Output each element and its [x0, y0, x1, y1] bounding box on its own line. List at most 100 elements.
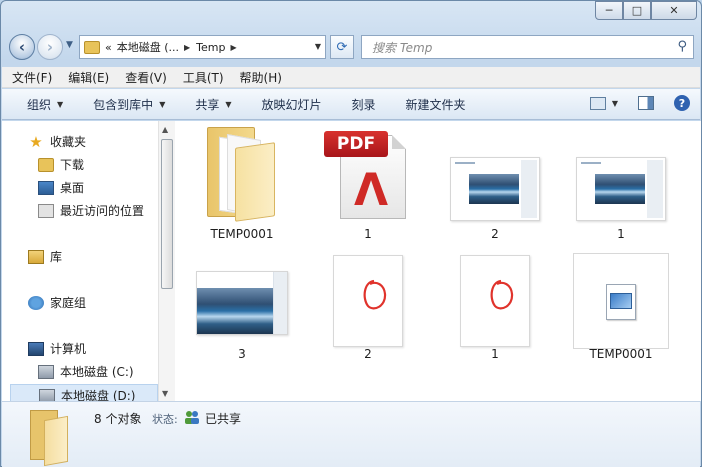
folder-icon — [207, 127, 277, 222]
nav-homegroup[interactable]: 家庭组 — [28, 294, 86, 311]
breadcrumb-temp[interactable]: Temp — [196, 41, 225, 54]
nav-computer[interactable]: 计算机 — [28, 340, 86, 357]
red-circle-icon — [363, 279, 387, 310]
file-name: TEMP0001 — [589, 347, 653, 361]
command-bar: 组织 ▼ 包含到库中 ▼ 共享 ▼ 放映幻灯片 刻录 新建文件夹 ▼ ? — [2, 89, 700, 120]
view-controls: ▼ ? — [589, 95, 690, 111]
pdf-icon: PDF ᐱ — [324, 131, 412, 221]
downloads-folder-icon — [38, 157, 54, 172]
nav-recent-places[interactable]: 最近访问的位置 — [38, 202, 144, 219]
address-overflow[interactable]: « — [105, 41, 112, 54]
file-name: 1 — [364, 227, 372, 241]
item-count: 8 个对象 — [94, 412, 142, 426]
file-name: 1 — [491, 347, 499, 361]
file-item-image[interactable]: 2 — [436, 121, 554, 241]
file-item-folder[interactable]: TEMP0001 — [183, 121, 301, 241]
file-item-image[interactable]: 3 — [183, 247, 301, 367]
nav-drive-c-label: 本地磁盘 (C:) — [60, 365, 134, 379]
nav-libraries-label: 库 — [50, 250, 63, 264]
navigation-pane: ★ 收藏夹 下载 桌面 最近访问的位置 库 家庭组 计算机 本地磁盘 (C:) … — [2, 121, 175, 401]
scroll-down-arrow-icon[interactable]: ▼ — [162, 389, 168, 398]
scroll-up-arrow-icon[interactable]: ▲ — [162, 125, 168, 134]
nav-desktop[interactable]: 桌面 — [38, 179, 84, 196]
recent-places-icon — [38, 203, 54, 218]
recent-pages-dropdown[interactable]: ▼ — [66, 40, 73, 50]
nav-desktop-label: 桌面 — [60, 181, 85, 195]
shared-users-icon — [185, 411, 199, 424]
file-item-pdf[interactable]: PDF ᐱ 1 — [309, 121, 427, 241]
search-input[interactable]: 搜索 Temp ⚲ — [361, 35, 694, 59]
chevron-down-icon: ▼ — [57, 99, 64, 109]
new-folder-button[interactable]: 新建文件夹 — [406, 96, 466, 113]
drive-icon — [38, 364, 54, 379]
nav-scrollbar[interactable]: ▲ ▼ — [158, 121, 175, 401]
tmp-file-thumbnail — [573, 253, 669, 349]
menu-bar: 文件(F) 编辑(E) 查看(V) 工具(T) 帮助(H) — [2, 67, 700, 88]
include-in-library-button[interactable]: 包含到库中 ▼ — [93, 96, 165, 113]
computer-icon — [28, 341, 44, 356]
drawing-thumbnail — [333, 255, 403, 347]
minimize-button[interactable]: ─ — [595, 1, 623, 20]
organize-label: 组织 — [27, 97, 52, 112]
maximize-button[interactable]: □ — [623, 1, 651, 20]
file-item-drawing[interactable]: 2 — [309, 247, 427, 367]
folder-icon — [84, 40, 100, 54]
new-folder-label: 新建文件夹 — [405, 97, 466, 112]
address-row: ‹ › ▼ « 本地磁盘 (... ▶ Temp ▶ ▼ ⟳ 搜索 Temp ⚲ — [9, 33, 694, 61]
back-button[interactable]: ‹ — [9, 34, 35, 60]
nav-downloads[interactable]: 下载 — [38, 156, 84, 173]
file-item-image[interactable]: 1 — [562, 121, 680, 241]
slideshow-button[interactable]: 放映幻灯片 — [262, 96, 322, 113]
share-label: 共享 — [195, 97, 220, 112]
nav-drive-d-label: 本地磁盘 (D:) — [61, 389, 136, 401]
search-icon[interactable]: ⚲ — [677, 39, 687, 54]
nav-drive-d[interactable]: 本地磁盘 (D:) — [10, 384, 158, 401]
share-button[interactable]: 共享 ▼ — [195, 96, 231, 113]
close-button[interactable]: ✕ — [651, 1, 697, 20]
preview-pane-icon[interactable] — [638, 96, 654, 110]
menu-view[interactable]: 查看(V) — [125, 69, 167, 86]
file-name: 2 — [491, 227, 499, 241]
image-thumbnail — [196, 271, 288, 335]
slideshow-label: 放映幻灯片 — [261, 97, 322, 112]
breadcrumb-arrow-icon[interactable]: ▶ — [184, 43, 190, 52]
address-history-dropdown[interactable]: ▼ — [315, 42, 321, 51]
change-view-icon[interactable] — [589, 96, 606, 110]
menu-help[interactable]: 帮助(H) — [240, 69, 282, 86]
nav-libraries[interactable]: 库 — [28, 248, 62, 265]
forward-button[interactable]: › — [37, 34, 63, 60]
scroll-thumb[interactable] — [161, 139, 173, 289]
help-icon[interactable]: ? — [674, 95, 690, 111]
menu-tools[interactable]: 工具(T) — [183, 69, 224, 86]
star-icon: ★ — [29, 132, 43, 151]
file-name: 1 — [617, 227, 625, 241]
nav-homegroup-label: 家庭组 — [50, 296, 87, 310]
menu-edit[interactable]: 编辑(E) — [68, 69, 109, 86]
share-state: 已共享 — [205, 412, 242, 426]
view-options-dropdown[interactable]: ▼ — [612, 99, 618, 108]
generic-file-icon — [606, 284, 636, 320]
file-name: TEMP0001 — [210, 227, 274, 241]
nav-favorites-label: 收藏夹 — [50, 135, 87, 149]
menu-file[interactable]: 文件(F) — [12, 69, 52, 86]
chevron-down-icon: ▼ — [159, 99, 166, 109]
file-list: TEMP0001 PDF ᐱ 1 2 1 3 2 1 TEMP0001 — [175, 121, 701, 401]
image-thumbnail — [576, 157, 666, 221]
organize-button[interactable]: 组织 ▼ — [27, 96, 63, 113]
file-item-tmp[interactable]: TEMP0001 — [562, 247, 680, 367]
image-thumbnail — [450, 157, 540, 221]
chevron-down-icon: ▼ — [225, 99, 232, 109]
breadcrumb-drive[interactable]: 本地磁盘 (... — [117, 39, 179, 55]
breadcrumb-arrow-icon[interactable]: ▶ — [231, 43, 237, 52]
explorer-window: ─ □ ✕ ‹ › ▼ « 本地磁盘 (... ▶ Temp ▶ ▼ ⟳ 搜索 … — [0, 0, 702, 467]
refresh-button[interactable]: ⟳ — [330, 35, 354, 59]
burn-button[interactable]: 刻录 — [352, 96, 376, 113]
file-name: 3 — [238, 347, 246, 361]
nav-favorites[interactable]: ★ 收藏夹 — [28, 133, 86, 150]
nav-drive-c[interactable]: 本地磁盘 (C:) — [38, 363, 134, 380]
file-item-drawing[interactable]: 1 — [436, 247, 554, 367]
homegroup-icon — [28, 295, 44, 310]
nav-downloads-label: 下载 — [60, 158, 85, 172]
desktop-icon — [38, 180, 54, 195]
address-bar[interactable]: « 本地磁盘 (... ▶ Temp ▶ ▼ — [79, 35, 326, 59]
